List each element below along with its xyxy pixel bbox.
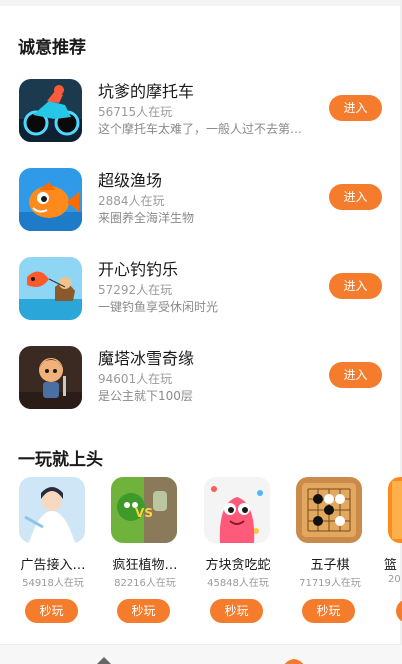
snake-icon[interactable] (204, 477, 270, 543)
fish-icon[interactable] (19, 168, 82, 231)
hot-item-4[interactable]: 五子棋 71719人在玩 秒玩 (288, 477, 372, 627)
game-description: 一键钓鱼享受休闲时光 (98, 300, 219, 314)
game-name: 篮 (384, 558, 398, 573)
recommend-item-happy-fishing[interactable]: 开心钓钓乐 57292人在玩 一键钓鱼享受休闲时光 进入 (0, 252, 402, 324)
player-count: 2884人在玩 (98, 194, 165, 208)
hot-item-5[interactable]: 篮 20 (380, 477, 402, 627)
bottom-nav (0, 644, 402, 664)
play-now-button[interactable] (396, 599, 402, 623)
player-count: 57292人在玩 (98, 283, 173, 297)
mascot-icon[interactable] (283, 656, 305, 664)
play-now-button[interactable]: 秒玩 (117, 599, 170, 623)
player-count: 71719人在玩 (299, 578, 361, 589)
fishing-icon[interactable] (19, 257, 82, 320)
game-name: 超级渔场 (98, 171, 163, 190)
gomoku-icon[interactable] (296, 477, 362, 543)
hot-item-2[interactable]: VS 疯狂植物… 82216人在玩 秒玩 (103, 477, 187, 627)
enter-button[interactable]: 进入 (329, 362, 382, 388)
game-description: 是公主就下100层 (98, 389, 193, 403)
top-divider (0, 0, 402, 6)
player-count: 82216人在玩 (114, 578, 176, 589)
enter-button[interactable]: 进入 (329, 273, 382, 299)
player-count: 54918人在玩 (22, 578, 84, 589)
section-title-recommend: 诚意推荐 (18, 38, 86, 58)
motorcycle-icon[interactable] (19, 79, 82, 142)
game-name: 开心钓钓乐 (98, 260, 179, 279)
xianxia-icon[interactable] (19, 477, 85, 543)
basketball-icon[interactable] (388, 477, 402, 543)
game-description: 这个摩托车太难了，一般人过不去第… (98, 122, 303, 136)
section-title-hot: 一玩就上头 (18, 450, 103, 470)
enter-button[interactable]: 进入 (329, 95, 382, 121)
plant-icon[interactable]: VS (111, 477, 177, 543)
enter-button[interactable]: 进入 (329, 184, 382, 210)
hot-item-1[interactable]: 广告接入… 54918人在玩 秒玩 (11, 477, 95, 627)
player-count: 45848人在玩 (207, 578, 269, 589)
tower-icon[interactable] (19, 346, 82, 409)
recommend-item-magic-tower[interactable]: 魔塔冰雪奇缘 94601人在玩 是公主就下100层 进入 (0, 341, 402, 413)
game-name: 方块贪吃蛇 (205, 558, 271, 573)
play-now-button[interactable]: 秒玩 (210, 599, 263, 623)
player-count: 56715人在玩 (98, 105, 173, 119)
player-count: 20 (388, 574, 401, 585)
home-icon[interactable] (94, 657, 114, 664)
game-name: 广告接入… (20, 558, 86, 573)
game-description: 来圈养全海洋生物 (98, 211, 195, 225)
game-name: 坑爹的摩托车 (98, 82, 195, 101)
game-name: 五子棋 (310, 558, 350, 573)
game-name: 疯狂植物… (112, 558, 178, 573)
hot-item-3[interactable]: 方块贪吃蛇 45848人在玩 秒玩 (196, 477, 280, 627)
recommend-item-motorcycle[interactable]: 坑爹的摩托车 56715人在玩 这个摩托车太难了，一般人过不去第… 进入 (0, 74, 402, 146)
play-now-button[interactable]: 秒玩 (25, 599, 78, 623)
play-now-button[interactable]: 秒玩 (302, 599, 355, 623)
svg-text:VS: VS (135, 506, 153, 520)
game-name: 魔塔冰雪奇缘 (98, 349, 195, 368)
recommend-item-fishing-farm[interactable]: 超级渔场 2884人在玩 来圈养全海洋生物 进入 (0, 163, 402, 235)
player-count: 94601人在玩 (98, 372, 173, 386)
